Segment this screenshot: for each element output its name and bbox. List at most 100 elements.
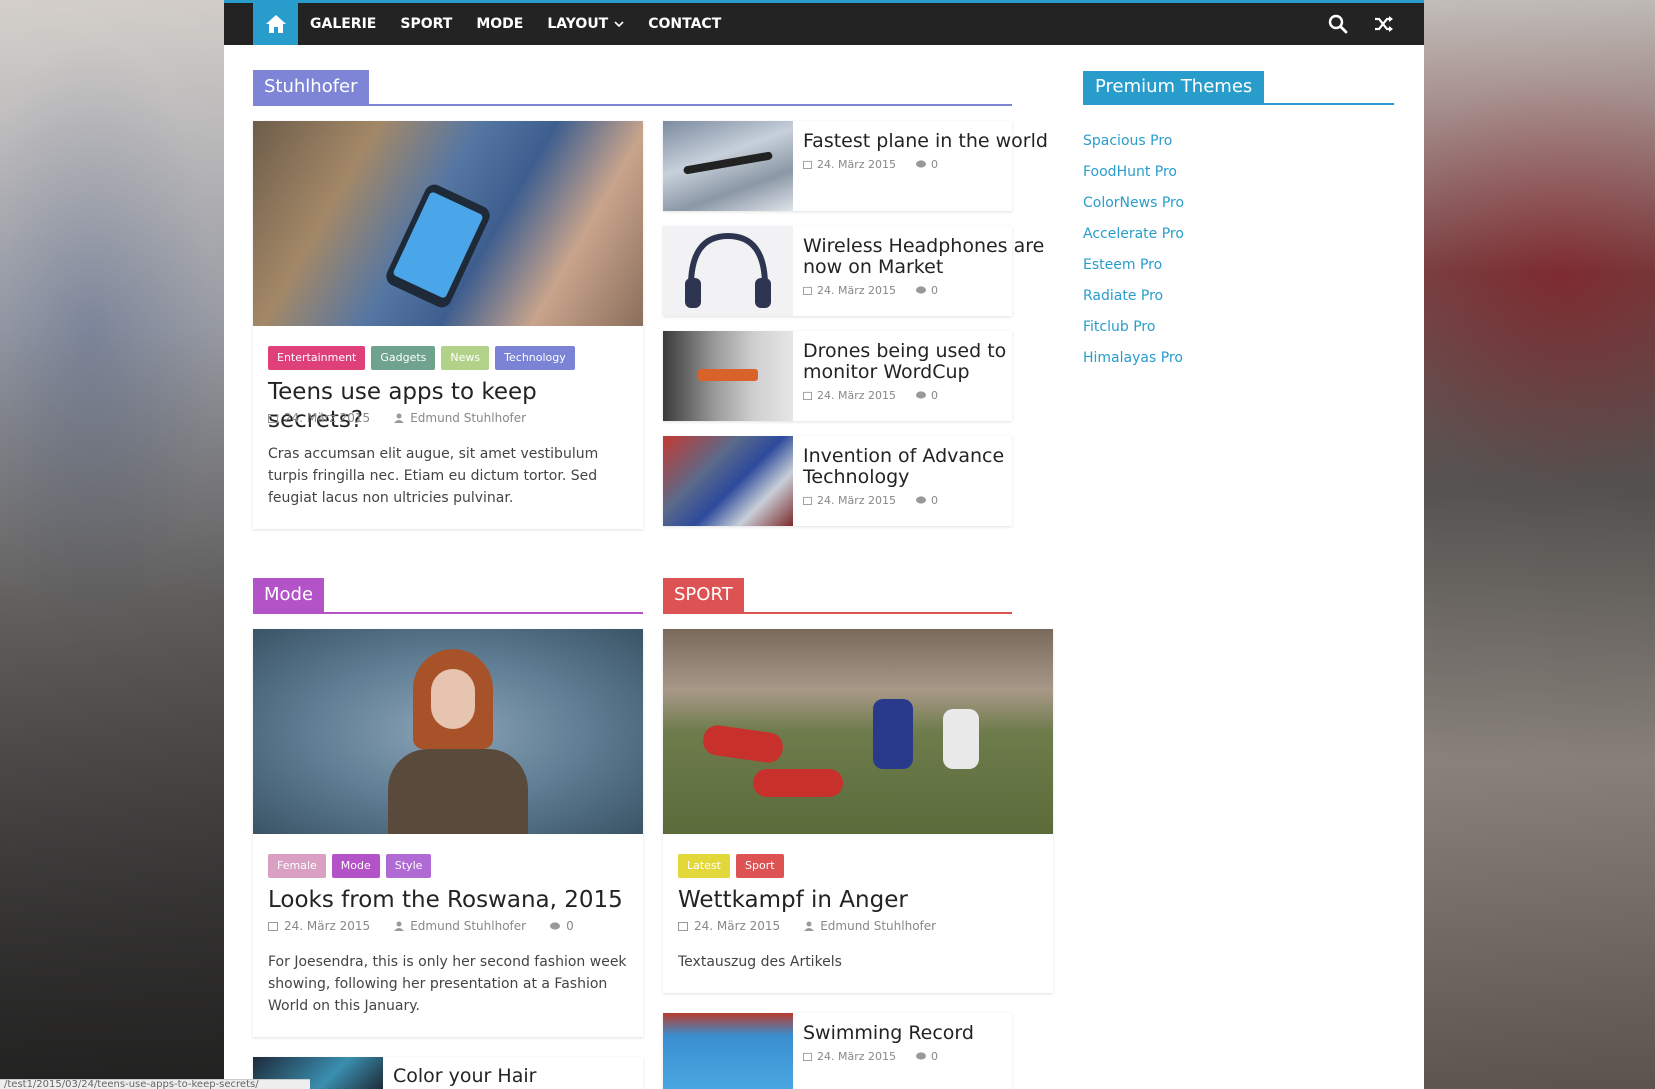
user-icon — [804, 921, 815, 931]
sport-featured-meta: 24. März 2015 Edmund Stuhlhofer — [678, 919, 936, 933]
home-button[interactable] — [253, 3, 298, 45]
tag-latest[interactable]: Latest — [678, 854, 730, 878]
nav-item-galerie[interactable]: GALERIE — [298, 3, 388, 45]
background-right — [1423, 0, 1655, 1089]
tag-news[interactable]: News — [441, 346, 490, 370]
comment-icon — [916, 496, 927, 504]
nav-item-mode[interactable]: MODE — [464, 3, 535, 45]
comment-count[interactable]: 0 — [931, 1050, 938, 1063]
post-date[interactable]: 24. März 2015 — [817, 494, 896, 507]
calendar-icon — [268, 414, 278, 423]
small-post-thumbnail[interactable] — [663, 1013, 793, 1089]
tag-female[interactable]: Female — [268, 854, 326, 878]
featured-post-title[interactable]: Teens use apps to keep secrets? — [268, 378, 638, 434]
featured-post-card: Entertainment Gadgets News Technology Te… — [253, 121, 643, 529]
sport-featured-image[interactable] — [663, 629, 1053, 834]
widget-link[interactable]: Esteem Pro — [1083, 250, 1184, 281]
mode-tags: Female Mode Style — [268, 854, 432, 878]
small-post-title[interactable]: Color your Hair — [393, 1066, 643, 1087]
small-post-thumbnail[interactable] — [663, 121, 793, 211]
small-post-card: Drones being used to monitor WordCup 24.… — [663, 331, 1012, 421]
mode-featured-meta: 24. März 2015 Edmund Stuhlhofer 0 — [268, 919, 574, 933]
widget-link[interactable]: Himalayas Pro — [1083, 343, 1184, 374]
comment-icon — [916, 286, 927, 294]
post-author[interactable]: Edmund Stuhlhofer — [410, 919, 526, 933]
widget-link[interactable]: Fitclub Pro — [1083, 312, 1184, 343]
nav-item-contact[interactable]: CONTACT — [636, 3, 733, 45]
tag-gadgets[interactable]: Gadgets — [371, 346, 436, 370]
comment-count[interactable]: 0 — [931, 389, 938, 402]
post-author[interactable]: Edmund Stuhlhofer — [410, 411, 526, 425]
nav-item-layout[interactable]: LAYOUT — [535, 3, 636, 45]
comment-icon — [916, 391, 927, 399]
comment-count[interactable]: 0 — [931, 284, 938, 297]
mode-featured-image[interactable] — [253, 629, 643, 834]
calendar-icon — [803, 286, 812, 295]
widget-link[interactable]: ColorNews Pro — [1083, 188, 1184, 219]
user-icon — [394, 413, 405, 423]
section-label: SPORT — [663, 578, 744, 612]
user-icon — [394, 921, 405, 931]
small-post-title[interactable]: Swimming Record — [803, 1023, 1053, 1044]
comment-icon — [916, 1052, 927, 1060]
nav-menu: GALERIE SPORT MODE LAYOUT CONTACT — [298, 3, 733, 45]
small-post-thumbnail[interactable] — [663, 331, 793, 421]
small-post-title[interactable]: Drones being used to monitor WordCup — [803, 341, 1053, 383]
background-left — [0, 0, 224, 1089]
post-date[interactable]: 24. März 2015 — [694, 919, 780, 933]
comment-count[interactable]: 0 — [566, 919, 574, 933]
comment-count[interactable]: 0 — [931, 158, 938, 171]
section-label: Mode — [253, 578, 325, 612]
sport-featured-title[interactable]: Wettkampf in Anger — [678, 886, 1048, 914]
small-post-thumbnail[interactable] — [663, 226, 793, 316]
small-post-meta: 24. März 2015 0 — [803, 158, 938, 171]
random-post-button[interactable] — [1374, 15, 1394, 33]
main-navigation: GALERIE SPORT MODE LAYOUT CONTACT — [224, 3, 1424, 45]
post-date[interactable]: 24. März 2015 — [817, 1050, 896, 1063]
section-title-sport: SPORT — [663, 578, 1012, 614]
mode-small-post-card: Color your Hair — [253, 1057, 643, 1089]
widget-link[interactable]: Spacious Pro — [1083, 126, 1184, 157]
home-icon — [265, 15, 286, 33]
widget-link[interactable]: Accelerate Pro — [1083, 219, 1184, 250]
post-author[interactable]: Edmund Stuhlhofer — [820, 919, 936, 933]
comment-count[interactable]: 0 — [931, 494, 938, 507]
post-date[interactable]: 24. März 2015 — [817, 389, 896, 402]
widget-link[interactable]: Radiate Pro — [1083, 281, 1184, 312]
calendar-icon — [803, 160, 812, 169]
featured-tags: Entertainment Gadgets News Technology — [268, 346, 575, 370]
small-post-title[interactable]: Fastest plane in the world — [803, 131, 1053, 152]
small-post-thumbnail[interactable] — [663, 436, 793, 526]
tag-style[interactable]: Style — [385, 854, 432, 878]
small-post-meta: 24. März 2015 0 — [803, 494, 938, 507]
section-rule — [663, 612, 1012, 614]
player-shape — [943, 709, 979, 769]
sport-small-post-card: Swimming Record 24. März 2015 0 — [663, 1013, 1012, 1089]
small-post-title[interactable]: Invention of Advance Technology — [803, 446, 1053, 488]
calendar-icon — [678, 922, 688, 931]
shuffle-icon — [1375, 16, 1393, 32]
calendar-icon — [803, 391, 812, 400]
tag-technology[interactable]: Technology — [495, 346, 575, 370]
nav-tools — [1328, 3, 1394, 45]
small-post-title[interactable]: Wireless Headphones are now on Market — [803, 236, 1053, 278]
tag-sport[interactable]: Sport — [736, 854, 784, 878]
sport-tags: Latest Sport — [678, 854, 784, 878]
tag-mode[interactable]: Mode — [331, 854, 380, 878]
tag-entertainment[interactable]: Entertainment — [268, 346, 366, 370]
post-date[interactable]: 24. März 2015 — [284, 411, 370, 425]
search-button[interactable] — [1328, 14, 1348, 34]
mode-featured-title[interactable]: Looks from the Roswana, 2015 — [268, 886, 638, 914]
post-date[interactable]: 24. März 2015 — [817, 158, 896, 171]
comment-icon — [550, 921, 561, 930]
featured-post-image[interactable] — [253, 121, 643, 326]
face-shape — [431, 669, 475, 729]
post-date[interactable]: 24. März 2015 — [817, 284, 896, 297]
widget-link[interactable]: FoodHunt Pro — [1083, 157, 1184, 188]
section-label: Stuhlhofer — [253, 70, 369, 104]
small-post-meta: 24. März 2015 0 — [803, 284, 938, 297]
nav-item-sport[interactable]: SPORT — [388, 3, 464, 45]
headphones-shape — [685, 232, 771, 308]
section-title-stuhlhofer: Stuhlhofer — [253, 70, 1012, 106]
post-date[interactable]: 24. März 2015 — [284, 919, 370, 933]
